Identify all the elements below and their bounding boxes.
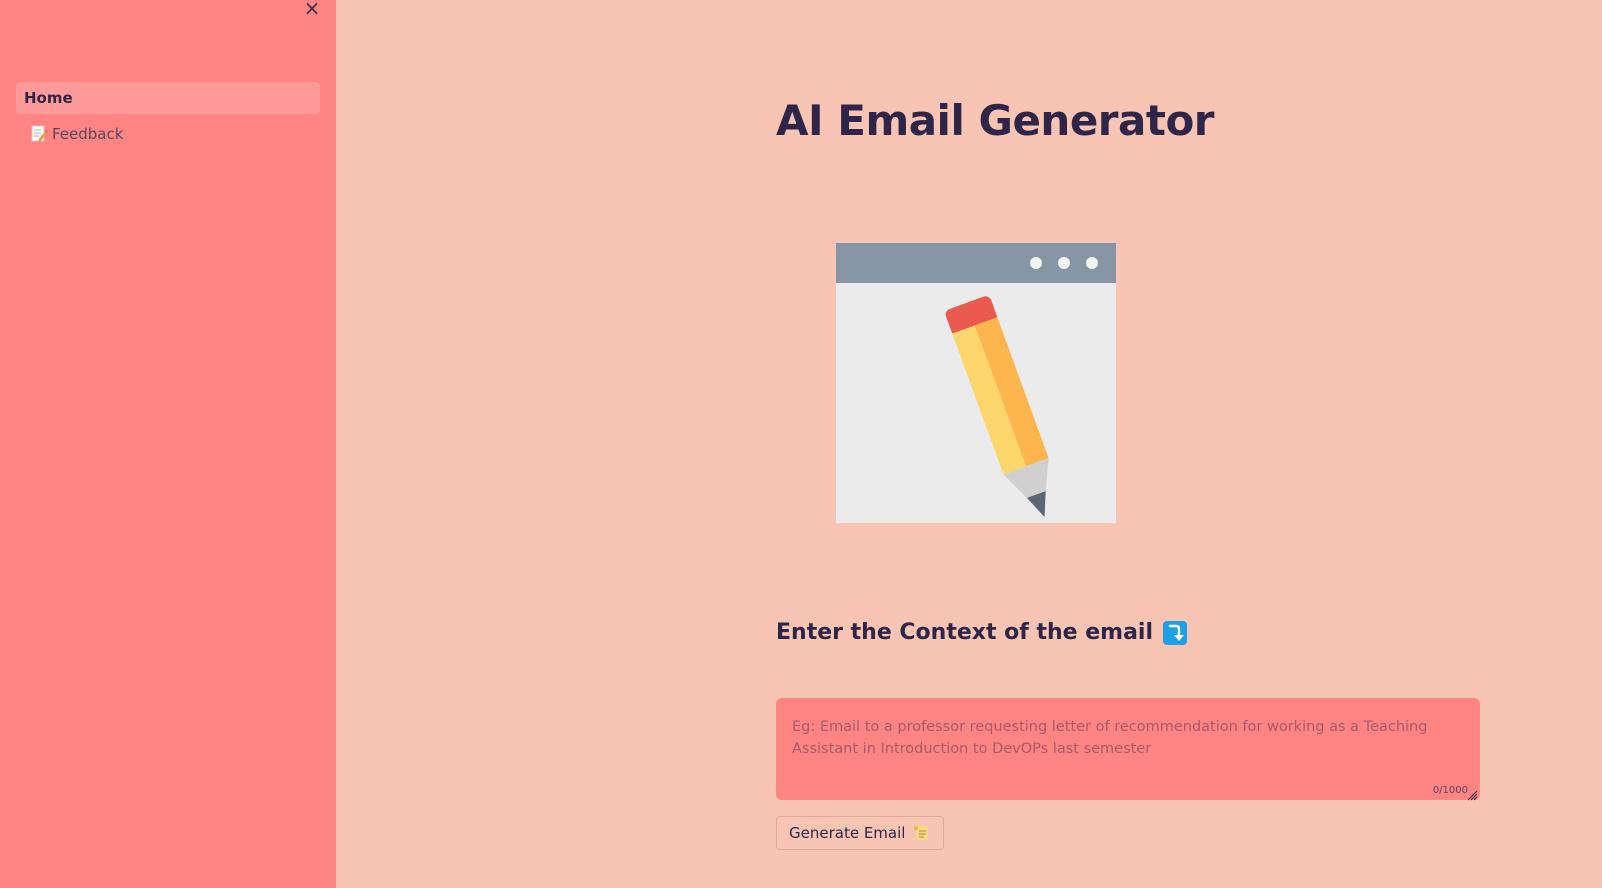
- close-sidebar-button[interactable]: ×: [300, 0, 324, 20]
- scroll-icon: [913, 824, 931, 842]
- sidebar-nav: Home Feedback: [16, 82, 320, 154]
- generate-email-label: Generate Email: [789, 824, 906, 842]
- close-icon: ×: [303, 0, 321, 20]
- main-content: AI Email Generator Enter the Context of …: [336, 0, 1602, 888]
- generate-email-button[interactable]: Generate Email: [776, 816, 945, 850]
- sidebar: × Home Feedback: [0, 0, 336, 888]
- resize-handle-icon[interactable]: [1466, 786, 1478, 801]
- memo-icon: [30, 125, 48, 143]
- pencil-window-illustration: [836, 243, 1116, 523]
- sidebar-item-home[interactable]: Home: [16, 82, 320, 114]
- email-context-field: 0/1000: [776, 698, 1480, 801]
- email-context-input[interactable]: [776, 698, 1480, 800]
- sidebar-item-feedback[interactable]: Feedback: [16, 118, 320, 150]
- page-title: AI Email Generator: [776, 96, 1215, 145]
- arrow-down-icon: [1163, 620, 1187, 645]
- sidebar-item-label: Home: [24, 89, 73, 107]
- char-count: 0/1000: [1432, 785, 1468, 796]
- subheader-text: Enter the Context of the email: [776, 620, 1153, 645]
- context-subheader: Enter the Context of the email: [776, 620, 1187, 645]
- sidebar-item-label: Feedback: [52, 125, 124, 143]
